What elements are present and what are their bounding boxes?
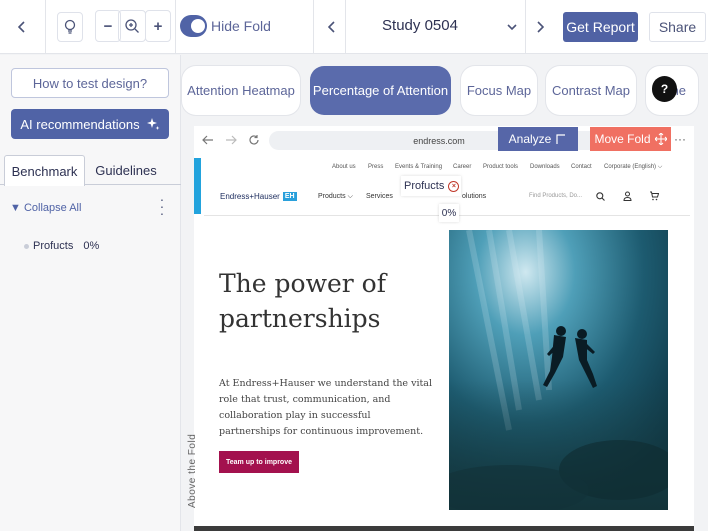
next-study-button[interactable] xyxy=(528,14,552,40)
sidebar-tabs: Benchmark Guidelines xyxy=(0,155,181,186)
aoi-value: 0% xyxy=(83,240,100,252)
tab-contrast-map[interactable]: Contrast Map xyxy=(546,66,636,115)
site-search-input[interactable]: Find Products, Do... xyxy=(529,193,582,199)
tab-focus-map[interactable]: Focus Map xyxy=(461,66,537,115)
tab-percentage-of-attention[interactable]: Percentage of Attention xyxy=(310,66,451,115)
insights-button[interactable] xyxy=(57,12,83,42)
ai-recommendations-label: AI recommendations xyxy=(20,116,140,132)
prev-study-button[interactable] xyxy=(320,14,344,40)
search-icon[interactable] xyxy=(596,192,605,201)
logo-text: Endress+Hauser xyxy=(220,192,280,201)
divider xyxy=(175,0,176,54)
analyze-button[interactable]: Analyze xyxy=(498,127,578,151)
user-icon[interactable] xyxy=(623,191,632,201)
close-icon[interactable]: × xyxy=(448,180,460,192)
arrow-left-icon[interactable] xyxy=(202,135,214,145)
divider xyxy=(45,0,46,54)
divider xyxy=(345,0,346,54)
site-logo[interactable]: Endress+Hauser EH xyxy=(220,192,297,201)
preview-canvas: endress.com Analyze Move Fold ··· About … xyxy=(194,126,694,526)
move-icon xyxy=(654,133,667,145)
hide-fold-toggle[interactable] xyxy=(180,15,207,37)
util-nav-item[interactable]: Press xyxy=(368,164,383,170)
move-fold-button[interactable]: Move Fold xyxy=(590,127,671,151)
arrow-right-icon[interactable] xyxy=(225,135,237,145)
move-fold-label: Move Fold xyxy=(594,132,651,146)
aoi-percent-tag: 0% xyxy=(439,204,459,222)
zoom-in-button[interactable]: + xyxy=(145,10,171,42)
zoom-button[interactable] xyxy=(118,10,146,42)
aoi-label-tag[interactable]: Profucts × xyxy=(401,176,461,196)
share-button[interactable]: Share xyxy=(649,12,706,42)
hero-text: At Endress+Hauser we understand the vita… xyxy=(219,378,432,437)
divider xyxy=(525,0,526,54)
util-nav-item[interactable]: About us xyxy=(332,164,356,170)
toggle-knob xyxy=(191,19,205,33)
util-nav-item[interactable]: Contact xyxy=(571,164,592,170)
collapse-all-button[interactable]: ▼ Collapse All xyxy=(10,202,81,214)
more-options-icon[interactable]: · · · xyxy=(158,192,166,220)
above-the-fold-label: Above the Fold xyxy=(187,433,198,508)
divider xyxy=(313,0,314,54)
aoi-label-name: Profucts xyxy=(404,180,445,192)
study-dropdown-button[interactable] xyxy=(500,14,524,40)
cta-button[interactable]: Team up to improve xyxy=(219,451,299,473)
hide-fold-label: Hide Fold xyxy=(211,18,271,34)
util-nav-item[interactable]: Product tools xyxy=(483,164,518,170)
tab-attention-heatmap[interactable]: Attention Heatmap xyxy=(182,66,300,115)
nav-item-products[interactable]: Products ⌵ xyxy=(318,193,353,201)
tab-benchmark[interactable]: Benchmark xyxy=(4,155,85,186)
help-button[interactable]: ? xyxy=(652,76,677,102)
more-icon[interactable]: ··· xyxy=(674,132,686,146)
util-nav-item[interactable]: Corporate (English) ⌵ xyxy=(604,164,662,171)
nav-item-services[interactable]: Services xyxy=(366,193,393,200)
util-nav-item[interactable]: Downloads xyxy=(530,164,560,170)
site-utility-nav: About us Press Events & Training Career … xyxy=(194,160,694,176)
top-toolbar: − + Hide Fold Study 0504 Get Report Shar… xyxy=(0,0,708,54)
lightbulb-icon xyxy=(64,19,76,34)
cursor-icon xyxy=(556,134,566,144)
chevron-right-icon xyxy=(537,21,544,33)
zoom-icon xyxy=(125,19,139,33)
get-report-button[interactable]: Get Report xyxy=(563,12,638,42)
aoi-dot-icon xyxy=(24,243,29,249)
sparkle-icon xyxy=(146,118,160,130)
aoi-name: Profucts xyxy=(33,240,74,252)
back-button[interactable] xyxy=(10,14,34,40)
study-title[interactable]: Study 0504 xyxy=(355,17,485,34)
hero-title: The power of partnerships xyxy=(219,269,386,333)
chevron-down-icon xyxy=(507,23,517,30)
util-nav-item[interactable]: Events & Training xyxy=(395,164,442,170)
logo-badge: EH xyxy=(282,192,297,201)
util-nav-item[interactable]: Career xyxy=(453,164,471,170)
sidebar: How to test design? AI recommendations B… xyxy=(0,55,181,531)
chevron-left-icon xyxy=(18,21,25,33)
chevron-left-icon xyxy=(328,21,335,33)
refresh-icon[interactable] xyxy=(248,134,260,146)
fold-line[interactable] xyxy=(194,526,694,531)
aoi-list-item[interactable]: Profucts 0% xyxy=(24,240,99,252)
cart-icon[interactable] xyxy=(649,191,659,201)
how-to-test-button[interactable]: How to test design? xyxy=(11,68,169,98)
browser-bar: endress.com Analyze Move Fold ··· xyxy=(194,126,694,155)
tab-guidelines[interactable]: Guidelines xyxy=(88,155,164,185)
ai-recommendations-button[interactable]: AI recommendations xyxy=(11,109,169,139)
hero-underwater-image xyxy=(449,230,668,510)
nav-item-solutions[interactable]: olutions xyxy=(462,193,486,200)
analyze-label: Analyze xyxy=(508,132,552,146)
